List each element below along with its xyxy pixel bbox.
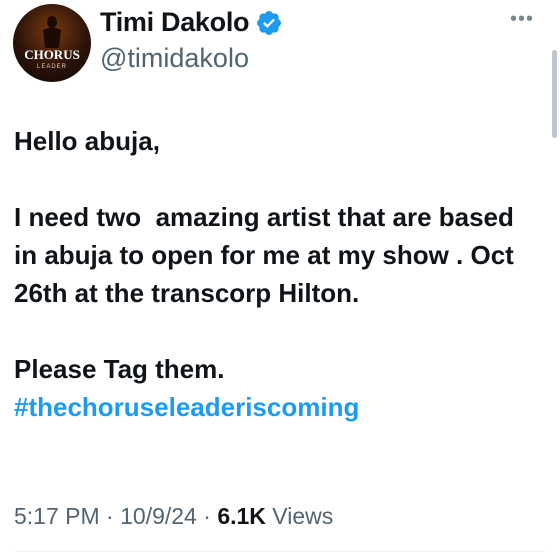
scrollbar[interactable] xyxy=(552,50,557,138)
avatar[interactable]: CHORUS LEADER xyxy=(13,4,91,82)
views-label: Views xyxy=(272,503,334,529)
author-name[interactable]: Timi Dakolo xyxy=(100,7,283,38)
meta-separator-2: · xyxy=(203,503,211,529)
tweet-paragraph-2: I need two amazing artist that are based… xyxy=(14,202,522,308)
meta-separator: · xyxy=(106,503,114,529)
avatar-image: CHORUS LEADER xyxy=(24,16,80,70)
author-name-text: Timi Dakolo xyxy=(100,7,250,37)
author-handle[interactable]: @timidakolo xyxy=(100,43,249,74)
tweet-date[interactable]: 10/9/24 xyxy=(120,503,197,529)
views-count: 6.1K xyxy=(217,503,266,529)
hashtag-link[interactable]: #thechoruseleaderiscoming xyxy=(14,392,359,422)
tweet-paragraph-1: Hello abuja, xyxy=(14,126,160,156)
more-options-button[interactable]: ••• xyxy=(510,8,534,31)
more-horizontal-icon: ••• xyxy=(509,8,534,30)
tweet-paragraph-3: Please Tag them. xyxy=(14,354,225,384)
tweet-meta: 5:17 PM · 10/9/24 · 6.1K Views xyxy=(14,503,333,530)
divider xyxy=(14,551,546,552)
tweet-time[interactable]: 5:17 PM xyxy=(14,503,100,529)
verified-badge-icon xyxy=(257,10,282,35)
avatar-logo-text: CHORUS xyxy=(24,47,80,62)
avatar-logo-subtext: LEADER xyxy=(37,64,67,70)
tweet-text: Hello abuja, I need two amazing artist t… xyxy=(14,122,534,426)
